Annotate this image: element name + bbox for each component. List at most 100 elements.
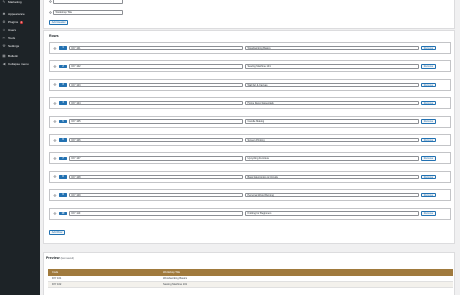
code-cell: DIY 102	[52, 283, 62, 286]
row-item: ✥ 5 DIY 105 Candle Making Remove	[49, 115, 451, 128]
preview-title: Preview	[46, 256, 60, 260]
preview-subtitle: (last saved)	[60, 257, 74, 260]
col-code-header: Code	[52, 271, 59, 274]
drag-handle-icon[interactable]: ✥	[52, 64, 58, 69]
row-number-badge: 6	[59, 138, 67, 142]
bulletin-icon: ▦	[2, 54, 6, 58]
plugins-icon: ⚙	[2, 20, 6, 24]
title-input[interactable]: Personal Wood Burning	[245, 192, 419, 198]
sidebar-item-label: Settings	[8, 44, 20, 48]
row-number-badge: 1	[59, 46, 67, 50]
remove-button[interactable]: Remove	[421, 82, 436, 88]
sidebar-item-bulletin[interactable]: ▦ Bulletin	[0, 52, 40, 60]
megaphone-icon: ✎	[2, 0, 6, 4]
row-item: ✥ 6 DIY 106 Screen Printing Remove	[49, 134, 451, 146]
row-item: ✥ 4 DIY 104 Home Decor Essentials Remove	[49, 97, 451, 110]
sidebar-item-label: Plugins	[8, 20, 19, 24]
table-row: DIY 102 Sewing Machine 101	[48, 282, 453, 288]
row-number-badge: 4	[59, 101, 67, 105]
drag-handle-icon[interactable]: ✥	[52, 101, 58, 106]
users-icon: ☺	[2, 28, 6, 32]
sidebar-item-appearance[interactable]: ✱ Appearance	[0, 10, 40, 18]
code-input[interactable]: DIY 103	[69, 82, 243, 88]
row-number-badge: 5	[59, 119, 67, 124]
title-input[interactable]: Home Decor Essentials	[245, 100, 419, 106]
rows-heading: Rows	[49, 34, 59, 38]
code-input[interactable]: DIY 101	[69, 45, 243, 51]
sidebar-item-label: Bulletin	[8, 54, 19, 58]
sidebar-item-label: Appearance	[8, 12, 25, 16]
code-input[interactable]: DIY 104	[69, 100, 243, 106]
title-input[interactable]: Screen Printing	[245, 137, 419, 143]
row-item: ✥ 9 DIY 109 Personal Wood Burning Remove	[49, 189, 451, 202]
remove-button[interactable]: Remove	[421, 192, 436, 198]
sidebar-item-users[interactable]: ☺ Users	[0, 26, 40, 34]
row-number-badge: 8	[59, 175, 67, 179]
sidebar-item-plugins[interactable]: ⚙ Plugins 1	[0, 18, 40, 26]
add-header-button[interactable]: Add Header	[49, 20, 69, 25]
drag-handle-icon[interactable]: ✥	[52, 156, 58, 161]
sidebar-item-settings[interactable]: ⚒ Settings	[0, 42, 40, 50]
preview-heading: Preview (last saved)	[46, 256, 74, 260]
sidebar-item-label: Users	[8, 28, 17, 32]
add-row-button[interactable]: Add Row	[49, 230, 66, 235]
preview-table: Code Workshop Title DIY 101 Woodworking B…	[48, 269, 453, 288]
drag-handle-icon[interactable]: ✥	[52, 119, 58, 124]
title-input[interactable]: Sewing Machine 101	[245, 64, 419, 69]
code-input[interactable]: DIY 106	[69, 137, 243, 143]
rows-panel: Rows ✥ 1 DIY 101 Woodworking Basics Remove ✥ 2…	[43, 30, 455, 244]
preview-panel: Preview (last saved) Code Workshop Title…	[43, 252, 455, 295]
row-item: ✥ 1 DIY 101 Woodworking Basics Remove	[49, 42, 451, 54]
remove-button[interactable]: Remove	[421, 211, 436, 216]
remove-button[interactable]: Remove	[421, 137, 436, 143]
col-title-header: Workshop Title	[163, 271, 181, 274]
row-number-badge: 9	[59, 193, 67, 197]
row-item: ✥ 3 DIY 103 Wall Art & Canvas Remove	[49, 78, 451, 91]
title-input[interactable]: Wall Art & Canvas	[245, 82, 419, 88]
remove-button[interactable]: Remove	[421, 156, 436, 161]
code-input[interactable]: DIY 107	[69, 156, 243, 161]
sidebar-item-marketing[interactable]: ✎ Marketing	[0, 0, 40, 6]
sidebar-item-collapse-menu[interactable]: ◀ Collapse menu	[0, 60, 40, 68]
preview-table-header: Code Workshop Title	[48, 269, 453, 276]
row-item: ✥ 7 DIY 107 Upcycling Furniture Remove	[49, 152, 451, 165]
code-input[interactable]: DIY 108	[69, 174, 243, 180]
remove-button[interactable]: Remove	[421, 100, 436, 106]
drag-handle-icon[interactable]: ✥	[52, 193, 58, 198]
code-cell: DIY 101	[52, 277, 62, 280]
code-input[interactable]: DIY 110	[69, 211, 243, 216]
header-row: ✥ Workshop Title	[48, 10, 123, 15]
row-number-badge: 10	[59, 211, 67, 216]
remove-button[interactable]: Remove	[421, 64, 436, 69]
workshop-title-input[interactable]: Workshop Title	[53, 10, 123, 15]
sidebar-item-label: Collapse menu	[8, 62, 29, 66]
title-cell: Woodworking Basics	[163, 277, 188, 280]
drag-handle-icon[interactable]: ✥	[52, 82, 58, 87]
main-content: ✥ ✥ Workshop Title Add Header Rows ✥ 1 DIY…	[40, 0, 460, 295]
drag-handle-icon[interactable]: ✥	[52, 211, 58, 216]
appearance-icon: ✱	[2, 12, 6, 16]
code-input[interactable]: DIY 109	[69, 192, 243, 198]
collapse-icon: ◀	[2, 62, 6, 66]
remove-button[interactable]: Remove	[421, 174, 436, 180]
drag-handle-icon[interactable]: ✥	[52, 138, 58, 143]
remove-button[interactable]: Remove	[421, 119, 436, 124]
drag-handle-icon[interactable]: ✥	[52, 174, 58, 179]
title-cell: Sewing Machine 101	[163, 283, 188, 286]
title-input[interactable]: Candle Making	[245, 119, 419, 124]
code-input[interactable]: DIY 102	[69, 64, 243, 69]
header-input[interactable]	[53, 0, 123, 4]
row-item: ✥ 8 DIY 108 Basic Electronics & Circuits Rem…	[49, 170, 451, 183]
title-input[interactable]: Upcycling Furniture	[245, 156, 419, 161]
title-input[interactable]: Knitting for Beginners	[245, 211, 419, 216]
remove-button[interactable]: Remove	[421, 45, 436, 51]
row-number-badge: 7	[59, 156, 67, 161]
row-number-badge: 2	[59, 64, 67, 69]
title-input[interactable]: Woodworking Basics	[245, 45, 419, 51]
drag-handle-icon[interactable]: ✥	[52, 46, 58, 51]
row-item: ✥ 2 DIY 102 Sewing Machine 101 Remove	[49, 60, 451, 73]
sidebar-item-label: Tools	[8, 36, 16, 40]
code-input[interactable]: DIY 105	[69, 119, 243, 124]
sidebar-item-tools[interactable]: ✂ Tools	[0, 34, 40, 42]
title-input[interactable]: Basic Electronics & Circuits	[245, 174, 419, 180]
